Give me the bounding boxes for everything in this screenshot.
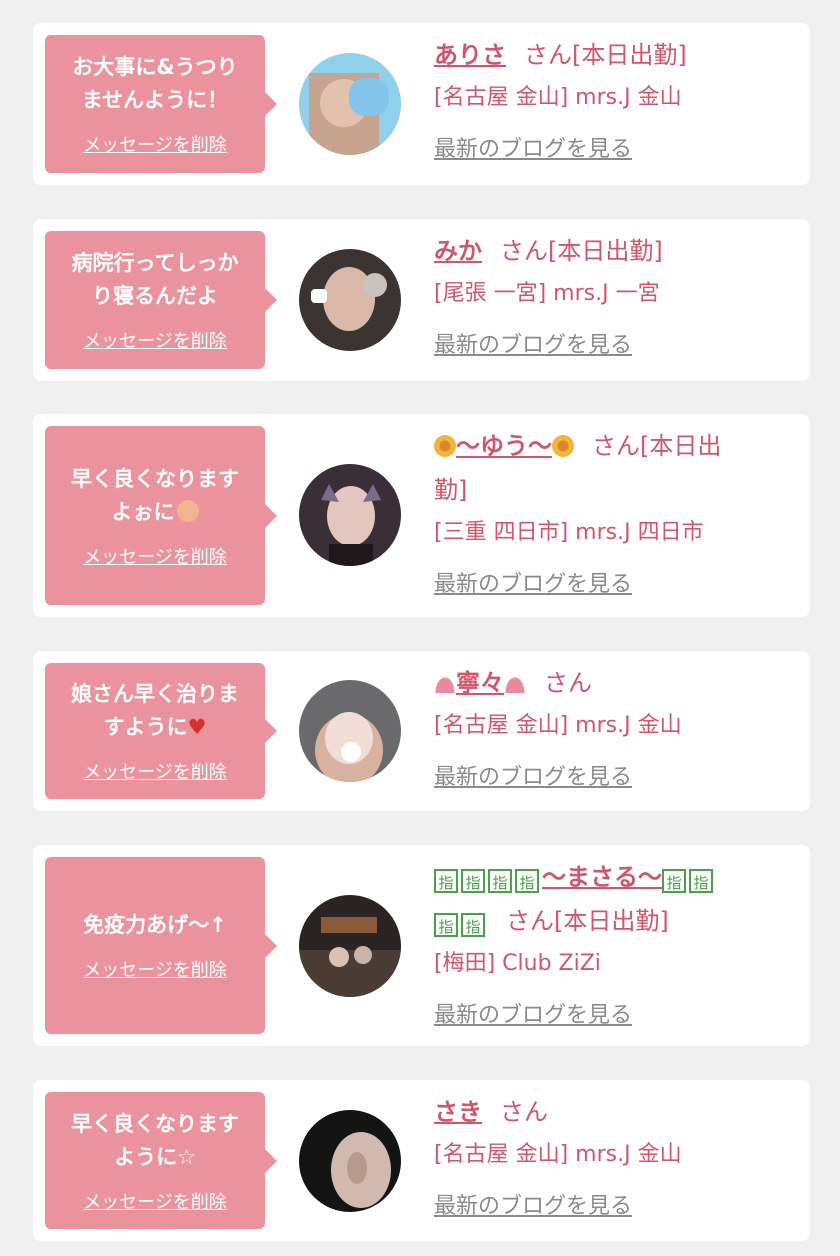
cast-status-continued: 勤] (434, 476, 468, 504)
message-card: 早く良くなります ように☆ メッセージを削除 さき さん [名古屋 金山] mrs… (33, 1080, 810, 1241)
latest-blog-link[interactable]: 最新のブログを見る (434, 761, 794, 795)
cast-status: さん (500, 1098, 548, 1126)
cast-info: ありさ さん[本日出勤] [名古屋 金山] mrs.J 金山 最新のブログを見る (434, 33, 794, 167)
hands-emoji-icon (176, 499, 199, 522)
message-bubble: 娘さん早く治りま すように♥ メッセージを削除 (45, 663, 277, 799)
finger-icon: 指 (689, 869, 713, 893)
shop-label: [名古屋 金山] mrs.J 金山 (434, 1142, 682, 1167)
delete-message-link[interactable]: メッセージを削除 (83, 543, 227, 569)
message-text: 早く良くなります よぉに (71, 466, 239, 524)
finger-icon: 指 (488, 869, 512, 893)
avatar[interactable] (299, 895, 401, 997)
message-text: 娘さん早く治りま すように♥ (71, 682, 239, 739)
message-card: 早く良くなります よぉに メッセージを削除 〜ゆう〜 さん[本日出勤] [三重 四… (33, 414, 810, 617)
sunflower-icon (552, 435, 574, 457)
finger-icon: 指 (434, 869, 458, 893)
cast-info: 指指指指〜まさる〜指指指指さん[本日出勤] [梅田] Club ZiZi 最新の… (434, 855, 794, 1033)
avatar[interactable] (299, 53, 401, 155)
message-card: お大事に&うつり ませんように！ メッセージを削除 ありさ さん[本日出勤] [名… (33, 23, 810, 185)
avatar[interactable] (299, 249, 401, 351)
message-bubble: 早く良くなります ように☆ メッセージを削除 (45, 1092, 277, 1229)
finger-icon: 指 (461, 913, 485, 937)
cast-info: 〜ゆう〜 さん[本日出勤] [三重 四日市] mrs.J 四日市 最新のブログを見… (434, 424, 794, 602)
avatar[interactable] (299, 680, 401, 782)
message-bubble: 病院行ってしっか り寝るんだよ メッセージを削除 (45, 231, 277, 369)
cast-status: さん[本日出 (592, 432, 722, 460)
message-bubble: お大事に&うつり ませんように！ メッセージを削除 (45, 35, 277, 173)
message-card: 免疫力あげ〜↑ メッセージを削除 指指指指〜まさる〜指指指指さん[本日出勤] [… (33, 845, 810, 1046)
message-card: 病院行ってしっか り寝るんだよ メッセージを削除 みか さん[本日出勤] [尾張 … (33, 219, 810, 381)
delete-message-link[interactable]: メッセージを削除 (83, 327, 227, 353)
delete-message-link[interactable]: メッセージを削除 (83, 758, 227, 784)
finger-icon: 指 (515, 869, 539, 893)
delete-message-link[interactable]: メッセージを削除 (83, 956, 227, 982)
cast-info: 寧々 さん [名古屋 金山] mrs.J 金山 最新のブログを見る (434, 661, 794, 795)
message-text: 免疫力あげ〜↑ (83, 913, 227, 937)
shop-label: [尾張 一宮] mrs.J 一宮 (434, 281, 660, 306)
message-bubble: 早く良くなります よぉに メッセージを削除 (45, 426, 277, 605)
shop-label: [梅田] Club ZiZi (434, 951, 601, 976)
latest-blog-link[interactable]: 最新のブログを見る (434, 999, 794, 1033)
cast-name-link[interactable]: 寧々 (434, 669, 526, 697)
cast-status: さん[本日出勤] (524, 41, 687, 69)
message-card: 娘さん早く治りま すように♥ メッセージを削除 寧々 さん [名古屋 金山] mr… (33, 651, 810, 811)
lotus-icon (434, 675, 456, 693)
shop-label: [名古屋 金山] mrs.J 金山 (434, 85, 682, 110)
finger-icon: 指 (662, 869, 686, 893)
latest-blog-link[interactable]: 最新のブログを見る (434, 568, 794, 602)
shop-label: [名古屋 金山] mrs.J 金山 (434, 713, 682, 738)
finger-icon: 指 (461, 869, 485, 893)
latest-blog-link[interactable]: 最新のブログを見る (434, 133, 794, 167)
delete-message-link[interactable]: メッセージを削除 (83, 131, 227, 157)
sunflower-icon (434, 435, 456, 457)
avatar[interactable] (299, 1110, 401, 1212)
avatar[interactable] (299, 464, 401, 566)
latest-blog-link[interactable]: 最新のブログを見る (434, 329, 794, 363)
finger-icon: 指 (434, 913, 458, 937)
cast-name-link[interactable]: 〜ゆう〜 (434, 432, 574, 460)
cast-info: みか さん[本日出勤] [尾張 一宮] mrs.J 一宮 最新のブログを見る (434, 229, 794, 363)
cast-info: さき さん [名古屋 金山] mrs.J 金山 最新のブログを見る (434, 1090, 794, 1224)
message-text: 病院行ってしっか り寝るんだよ (71, 251, 239, 308)
lotus-icon (504, 675, 526, 693)
latest-blog-link[interactable]: 最新のブログを見る (434, 1190, 794, 1224)
message-text: お大事に&うつり ませんように！ (72, 55, 238, 112)
message-text: 早く良くなります ように☆ (71, 1111, 239, 1169)
message-bubble: 免疫力あげ〜↑ メッセージを削除 (45, 857, 277, 1034)
cast-name-link[interactable]: みか (434, 237, 482, 265)
cast-status: さん (544, 669, 592, 697)
cast-name-link[interactable]: さき (434, 1098, 482, 1126)
cast-name-link[interactable]: ありさ (434, 41, 506, 69)
delete-message-link[interactable]: メッセージを削除 (83, 1188, 227, 1214)
cast-status: さん[本日出勤] (500, 237, 663, 265)
cast-status: さん[本日出勤] (506, 907, 669, 935)
shop-label: [三重 四日市] mrs.J 四日市 (434, 520, 704, 545)
heart-icon: ♥ (187, 715, 207, 739)
